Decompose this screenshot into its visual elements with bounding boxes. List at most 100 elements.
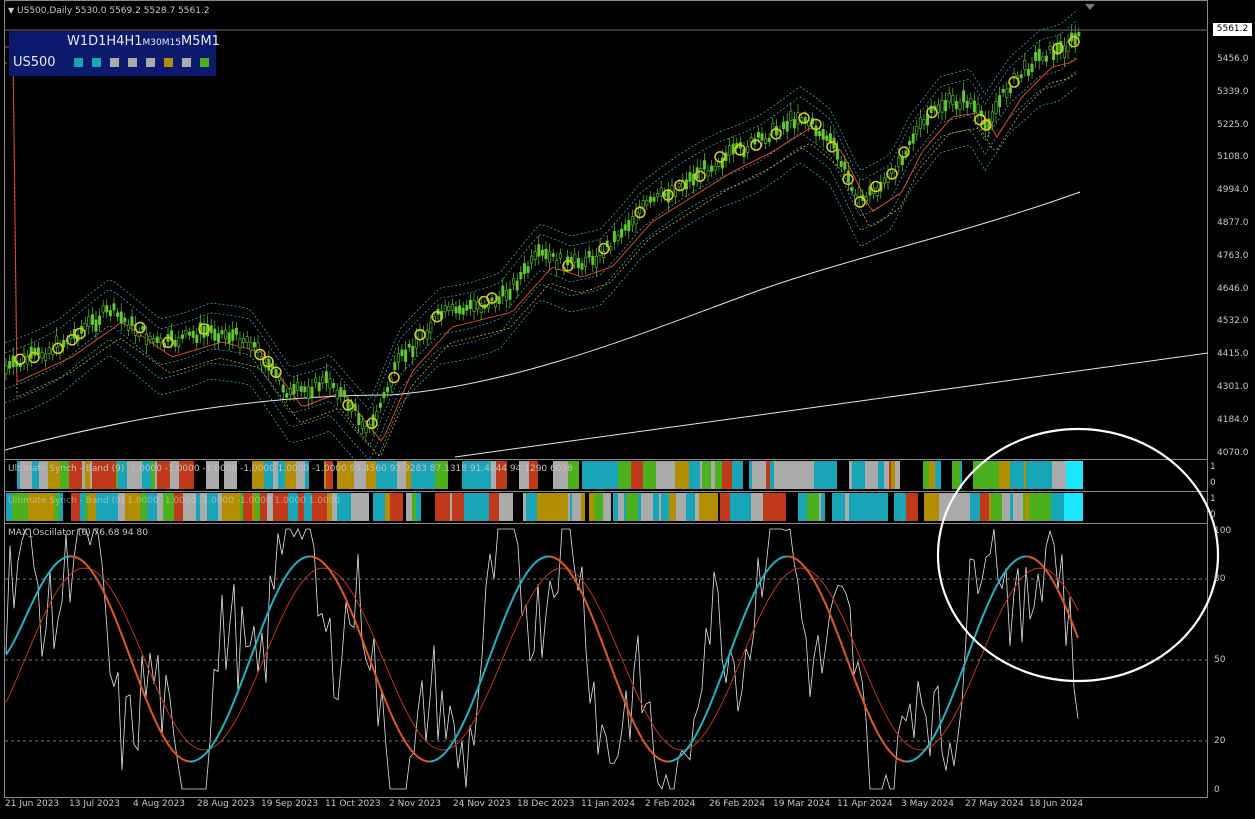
timeframe-label[interactable]: H1 <box>124 34 142 49</box>
candle-body <box>375 411 379 420</box>
candle-body <box>357 413 361 426</box>
oscillator-signal-segment <box>241 669 247 682</box>
oscillator-signal-segment <box>333 575 339 584</box>
timeframe-label[interactable]: M15 <box>162 38 181 48</box>
candle-body <box>108 310 112 317</box>
candle-body <box>119 311 123 324</box>
synch-band-2-bar <box>763 493 777 521</box>
candle-body <box>105 305 109 313</box>
synch-band-2-bar <box>798 493 807 521</box>
synch-band-2-bar <box>435 493 450 521</box>
synch-band-1-bar <box>696 461 700 489</box>
candle-body <box>965 100 969 108</box>
synch-band-2-bar <box>390 493 399 521</box>
oscillator-signal-segment <box>985 599 991 610</box>
synch-band-1-bar <box>787 461 802 489</box>
oscillator-signal-segment <box>81 559 87 565</box>
time-tick-label: 26 Feb 2024 <box>709 799 766 809</box>
synch-band-1-bar <box>618 461 631 489</box>
oscillator-signal-segment <box>677 753 683 759</box>
candle-body <box>530 255 534 264</box>
oscillator-signal-segment <box>365 649 371 661</box>
timeframe-label[interactable]: M30 <box>143 38 162 48</box>
candle-body <box>458 305 462 314</box>
oscillator-signal-segment <box>25 607 31 617</box>
timeframe-label[interactable]: D1 <box>88 34 106 49</box>
chart-menu-caret-icon[interactable]: ▼ <box>8 6 14 15</box>
candle-body <box>526 266 530 273</box>
candle-body <box>184 330 188 335</box>
candle-body <box>1019 74 1023 79</box>
synch-band-2-bar <box>894 493 901 521</box>
candle-body <box>904 150 908 156</box>
candle-body <box>544 248 548 259</box>
time-tick-label: 24 Nov 2023 <box>453 799 511 809</box>
chart-shift-marker[interactable] <box>1085 4 1095 10</box>
synch-band-1-scale-1: 1 <box>1210 462 1216 472</box>
candle-body <box>782 121 786 130</box>
oscillator-signal-segment <box>637 730 643 739</box>
candle-body <box>792 118 796 129</box>
synch-band-2-bar <box>845 493 849 521</box>
oscillator-signal-segment <box>173 751 179 757</box>
synch-band-1-bar <box>1016 461 1024 489</box>
oscillator-signal-segment <box>221 719 227 729</box>
candle-body <box>116 312 120 317</box>
candle-body <box>195 334 199 344</box>
oscillator-signal-segment <box>941 711 947 722</box>
oscillator-signal-segment <box>321 560 327 567</box>
timeframe-label[interactable]: M5 <box>181 34 201 49</box>
timeframe-label[interactable]: W1 <box>67 34 88 49</box>
signal-marker <box>974 113 986 126</box>
oscillator-signal-segment <box>125 645 131 658</box>
candle-body <box>580 263 584 270</box>
candle-body <box>245 336 249 343</box>
oscillator-signal-segment <box>633 722 639 732</box>
oscillator-signal-segment <box>965 649 971 661</box>
synch-band-2-bar <box>744 493 751 521</box>
oscillator-signal-segment <box>705 704 711 715</box>
oscillator-signal-segment <box>73 555 79 559</box>
candle-body <box>1037 48 1041 62</box>
oscillator-level-label: 0 <box>1214 785 1220 795</box>
oscillator-signal-segment <box>185 759 191 763</box>
timeframe-label[interactable]: M1 <box>200 34 220 49</box>
oscillator-signal-segment <box>137 677 143 690</box>
candle-body <box>40 352 44 359</box>
synch-band-2-bar <box>669 493 676 521</box>
candle-body <box>180 334 184 339</box>
oscillator-signal-segment <box>97 580 103 589</box>
candle-body <box>130 316 134 327</box>
candle-body <box>1073 33 1077 45</box>
oscillator-signal-segment <box>841 644 847 657</box>
oscillator-signal-segment <box>745 601 751 612</box>
oscillator-signal-segment <box>521 573 527 582</box>
candle-body <box>767 137 771 143</box>
oscillator-signal-segment <box>121 635 127 647</box>
synch-band-1-bar <box>1024 461 1026 489</box>
oscillator-signal-segment <box>57 558 63 563</box>
chart-drawing <box>4 4 1220 790</box>
oscillator-signal-segment <box>533 559 539 565</box>
candle-body <box>155 336 159 343</box>
synch-band-2-bar <box>570 493 572 521</box>
oscillator-signal-segment <box>225 710 231 721</box>
synch-band-1-bar <box>884 461 889 489</box>
oscillator-signal-segment <box>601 641 607 654</box>
synch-band-2-bar <box>661 493 669 521</box>
synch-band-2-bar <box>991 493 1002 521</box>
oscillator-signal-segment <box>865 707 871 718</box>
synch-band-2-bar <box>581 493 585 521</box>
candle-body <box>785 120 789 132</box>
synch-band-1-bar <box>700 461 702 489</box>
oscillator-signal-segment <box>437 755 443 760</box>
timeframe-label[interactable]: H4 <box>106 34 124 49</box>
candle-body <box>242 337 246 344</box>
synch-band-2-bar <box>980 493 989 521</box>
candle-body <box>98 315 102 325</box>
oscillator-signal-segment <box>453 733 459 742</box>
band-line <box>4 85 1078 477</box>
oscillator-signal-segment <box>513 587 519 597</box>
candle-body <box>825 135 829 141</box>
synch-band-2-bar <box>537 493 547 521</box>
